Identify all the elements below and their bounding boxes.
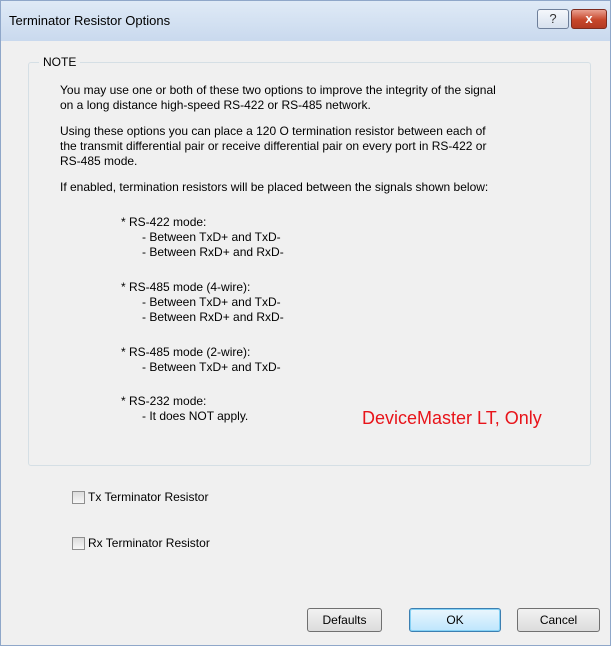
note-paragraph-2: Using these options you can place a 120 … bbox=[60, 124, 580, 169]
close-button[interactable]: x bbox=[571, 9, 607, 29]
dialog-body: NOTE You may use one or both of these tw… bbox=[10, 41, 602, 640]
mode-line: - Between RxD+ and RxD- bbox=[142, 245, 284, 259]
mode-heading-rs422: * RS-422 mode: bbox=[121, 215, 207, 229]
defaults-button[interactable]: Defaults bbox=[307, 608, 382, 632]
mode-line: - Between TxD+ and TxD- bbox=[142, 295, 281, 309]
mode-heading-rs485-2wire: * RS-485 mode (2-wire): bbox=[121, 345, 251, 359]
note-legend: NOTE bbox=[39, 55, 81, 69]
title-bar[interactable]: Terminator Resistor Options ? x bbox=[1, 1, 610, 41]
tx-terminator-option[interactable]: Tx Terminator Resistor bbox=[72, 489, 208, 505]
help-button[interactable]: ? bbox=[537, 9, 569, 29]
rx-terminator-label[interactable]: Rx Terminator Resistor bbox=[88, 536, 210, 550]
mode-line: - Between TxD+ and TxD- bbox=[142, 360, 281, 374]
mode-heading-rs232: * RS-232 mode: bbox=[121, 394, 207, 408]
note-text-line: the transmit differential pair or receiv… bbox=[60, 139, 487, 153]
note-text-line: Using these options you can place a 120 … bbox=[60, 124, 486, 138]
mode-heading-rs485-4wire: * RS-485 mode (4-wire): bbox=[121, 280, 251, 294]
mode-line: - Between TxD+ and TxD- bbox=[142, 230, 281, 244]
note-text-line: on a long distance high-speed RS-422 or … bbox=[60, 98, 371, 112]
rx-terminator-checkbox[interactable] bbox=[72, 536, 85, 550]
note-text-line: You may use one or both of these two opt… bbox=[60, 83, 496, 97]
note-groupbox: NOTE You may use one or both of these tw… bbox=[28, 55, 591, 466]
note-paragraph-1: You may use one or both of these two opt… bbox=[60, 83, 580, 113]
mode-line: - It does NOT apply. bbox=[142, 409, 249, 423]
tx-terminator-checkbox[interactable] bbox=[72, 490, 85, 504]
window-title: Terminator Resistor Options bbox=[9, 13, 171, 28]
cancel-button[interactable]: Cancel bbox=[517, 608, 600, 632]
ok-button[interactable]: OK bbox=[409, 608, 501, 632]
note-paragraph-3: If enabled, termination resistors will b… bbox=[60, 180, 489, 194]
note-text-line: RS-485 mode. bbox=[60, 154, 138, 168]
dialog-window: Terminator Resistor Options ? x NOTE You… bbox=[0, 0, 611, 646]
rx-terminator-option[interactable]: Rx Terminator Resistor bbox=[72, 535, 210, 551]
devicemaster-note: DeviceMaster LT, Only bbox=[362, 408, 542, 428]
mode-line: - Between RxD+ and RxD- bbox=[142, 310, 284, 324]
tx-terminator-label[interactable]: Tx Terminator Resistor bbox=[88, 490, 208, 504]
